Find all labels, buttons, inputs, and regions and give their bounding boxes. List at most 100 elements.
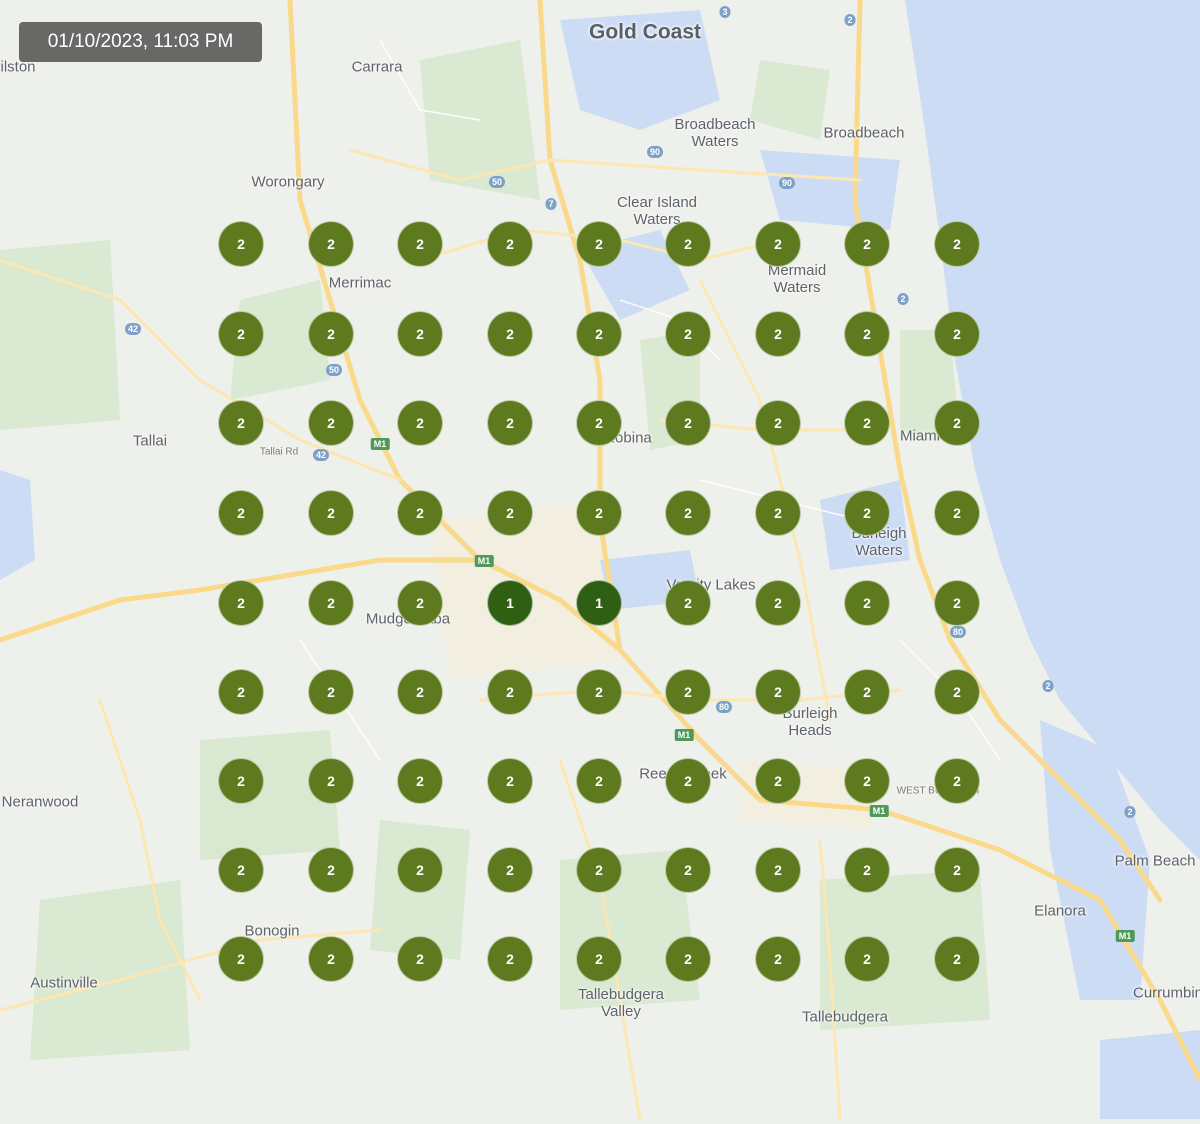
cluster-marker[interactable]: 2	[576, 400, 622, 446]
cluster-marker[interactable]: 2	[934, 847, 980, 893]
place-label: Gold Coast	[588, 20, 702, 44]
place-label: Tallai Rd	[259, 446, 299, 458]
road-shield: 2	[897, 293, 909, 305]
cluster-marker[interactable]: 2	[308, 936, 354, 982]
cluster-marker[interactable]: 2	[665, 400, 711, 446]
cluster-marker[interactable]: 2	[934, 400, 980, 446]
cluster-marker[interactable]: 2	[487, 758, 533, 804]
cluster-marker[interactable]: 2	[844, 221, 890, 267]
cluster-marker[interactable]: 2	[844, 669, 890, 715]
cluster-marker[interactable]: 2	[934, 311, 980, 357]
cluster-marker[interactable]: 2	[487, 221, 533, 267]
cluster-marker[interactable]: 2	[755, 221, 801, 267]
cluster-marker[interactable]: 2	[218, 490, 264, 536]
cluster-marker[interactable]: 2	[397, 221, 443, 267]
cluster-marker[interactable]: 2	[397, 847, 443, 893]
cluster-marker[interactable]: 2	[755, 490, 801, 536]
place-label: Elanora	[1034, 902, 1086, 920]
place-label: Palm Beach	[1114, 852, 1196, 870]
cluster-marker[interactable]: 2	[755, 847, 801, 893]
road-shield: M1	[370, 438, 390, 450]
cluster-marker[interactable]: 2	[665, 936, 711, 982]
cluster-marker[interactable]: 2	[487, 669, 533, 715]
cluster-marker[interactable]: 2	[487, 847, 533, 893]
cluster-marker[interactable]: 2	[576, 669, 622, 715]
cluster-marker[interactable]: 2	[218, 311, 264, 357]
cluster-marker[interactable]: 2	[576, 758, 622, 804]
cluster-marker[interactable]: 2	[576, 490, 622, 536]
cluster-marker[interactable]: 2	[218, 758, 264, 804]
place-label: Worongary	[251, 173, 325, 191]
cluster-marker[interactable]: 2	[934, 490, 980, 536]
cluster-marker[interactable]: 2	[397, 311, 443, 357]
road-shield: 90	[646, 146, 664, 158]
cluster-marker[interactable]: 2	[487, 311, 533, 357]
cluster-marker[interactable]: 2	[576, 221, 622, 267]
place-label: Tallebudgera Valley	[578, 986, 664, 1020]
map-canvas[interactable]: Gold Coast Carrara Broadbeach Waters Broadbe…	[0, 0, 1200, 1121]
cluster-marker[interactable]: 2	[755, 311, 801, 357]
cluster-marker[interactable]: 2	[308, 311, 354, 357]
cluster-marker[interactable]: 2	[576, 936, 622, 982]
cluster-marker[interactable]: 2	[934, 758, 980, 804]
cluster-marker[interactable]: 2	[844, 758, 890, 804]
road-shield: M1	[1115, 930, 1135, 942]
cluster-marker[interactable]: 2	[397, 669, 443, 715]
cluster-marker[interactable]: 2	[665, 221, 711, 267]
cluster-marker[interactable]: 2	[755, 758, 801, 804]
cluster-marker[interactable]: 2	[397, 936, 443, 982]
cluster-marker[interactable]: 2	[844, 847, 890, 893]
cluster-marker[interactable]: 2	[397, 758, 443, 804]
cluster-marker[interactable]: 2	[934, 669, 980, 715]
cluster-marker[interactable]: 2	[397, 400, 443, 446]
road-shield: M1	[674, 729, 694, 741]
cluster-marker[interactable]: 2	[487, 936, 533, 982]
cluster-marker[interactable]: 2	[487, 400, 533, 446]
cluster-marker[interactable]: 2	[576, 311, 622, 357]
cluster-marker[interactable]: 2	[844, 580, 890, 626]
cluster-marker[interactable]: 2	[934, 580, 980, 626]
cluster-marker[interactable]: 2	[844, 311, 890, 357]
cluster-marker[interactable]: 1	[487, 580, 533, 626]
cluster-marker[interactable]: 2	[308, 847, 354, 893]
cluster-marker[interactable]: 2	[397, 490, 443, 536]
cluster-marker[interactable]: 2	[308, 669, 354, 715]
cluster-marker[interactable]: 2	[308, 221, 354, 267]
cluster-marker[interactable]: 2	[755, 669, 801, 715]
cluster-marker[interactable]: 2	[934, 221, 980, 267]
cluster-marker[interactable]: 2	[218, 847, 264, 893]
place-label: Austinville	[30, 974, 98, 992]
cluster-marker[interactable]: 2	[308, 490, 354, 536]
cluster-marker[interactable]: 2	[934, 936, 980, 982]
cluster-marker[interactable]: 2	[755, 400, 801, 446]
cluster-marker[interactable]: 2	[665, 311, 711, 357]
cluster-marker[interactable]: 2	[487, 490, 533, 536]
cluster-marker[interactable]: 2	[665, 490, 711, 536]
place-label: Miami	[900, 427, 940, 445]
cluster-marker[interactable]: 1	[576, 580, 622, 626]
road-shield: 50	[488, 176, 506, 188]
cluster-marker[interactable]: 2	[665, 580, 711, 626]
cluster-marker[interactable]: 2	[218, 221, 264, 267]
cluster-marker[interactable]: 2	[218, 580, 264, 626]
cluster-marker[interactable]: 2	[308, 400, 354, 446]
cluster-marker[interactable]: 2	[218, 669, 264, 715]
cluster-marker[interactable]: 2	[308, 758, 354, 804]
cluster-marker[interactable]: 2	[576, 847, 622, 893]
cluster-marker[interactable]: 2	[665, 669, 711, 715]
cluster-marker[interactable]: 2	[218, 936, 264, 982]
cluster-marker[interactable]: 2	[665, 847, 711, 893]
cluster-marker[interactable]: 2	[844, 400, 890, 446]
cluster-marker[interactable]: 2	[397, 580, 443, 626]
cluster-marker[interactable]: 2	[755, 580, 801, 626]
cluster-marker[interactable]: 2	[844, 490, 890, 536]
cluster-marker[interactable]: 2	[308, 580, 354, 626]
cluster-marker[interactable]: 2	[755, 936, 801, 982]
road-shield: 80	[949, 626, 967, 638]
cluster-marker[interactable]: 2	[218, 400, 264, 446]
cluster-marker[interactable]: 2	[665, 758, 711, 804]
place-label: Currumbin	[1132, 984, 1200, 1002]
cluster-marker[interactable]: 2	[844, 936, 890, 982]
place-label: Tallebudgera	[802, 1008, 888, 1026]
road-shield: 2	[1124, 806, 1136, 818]
